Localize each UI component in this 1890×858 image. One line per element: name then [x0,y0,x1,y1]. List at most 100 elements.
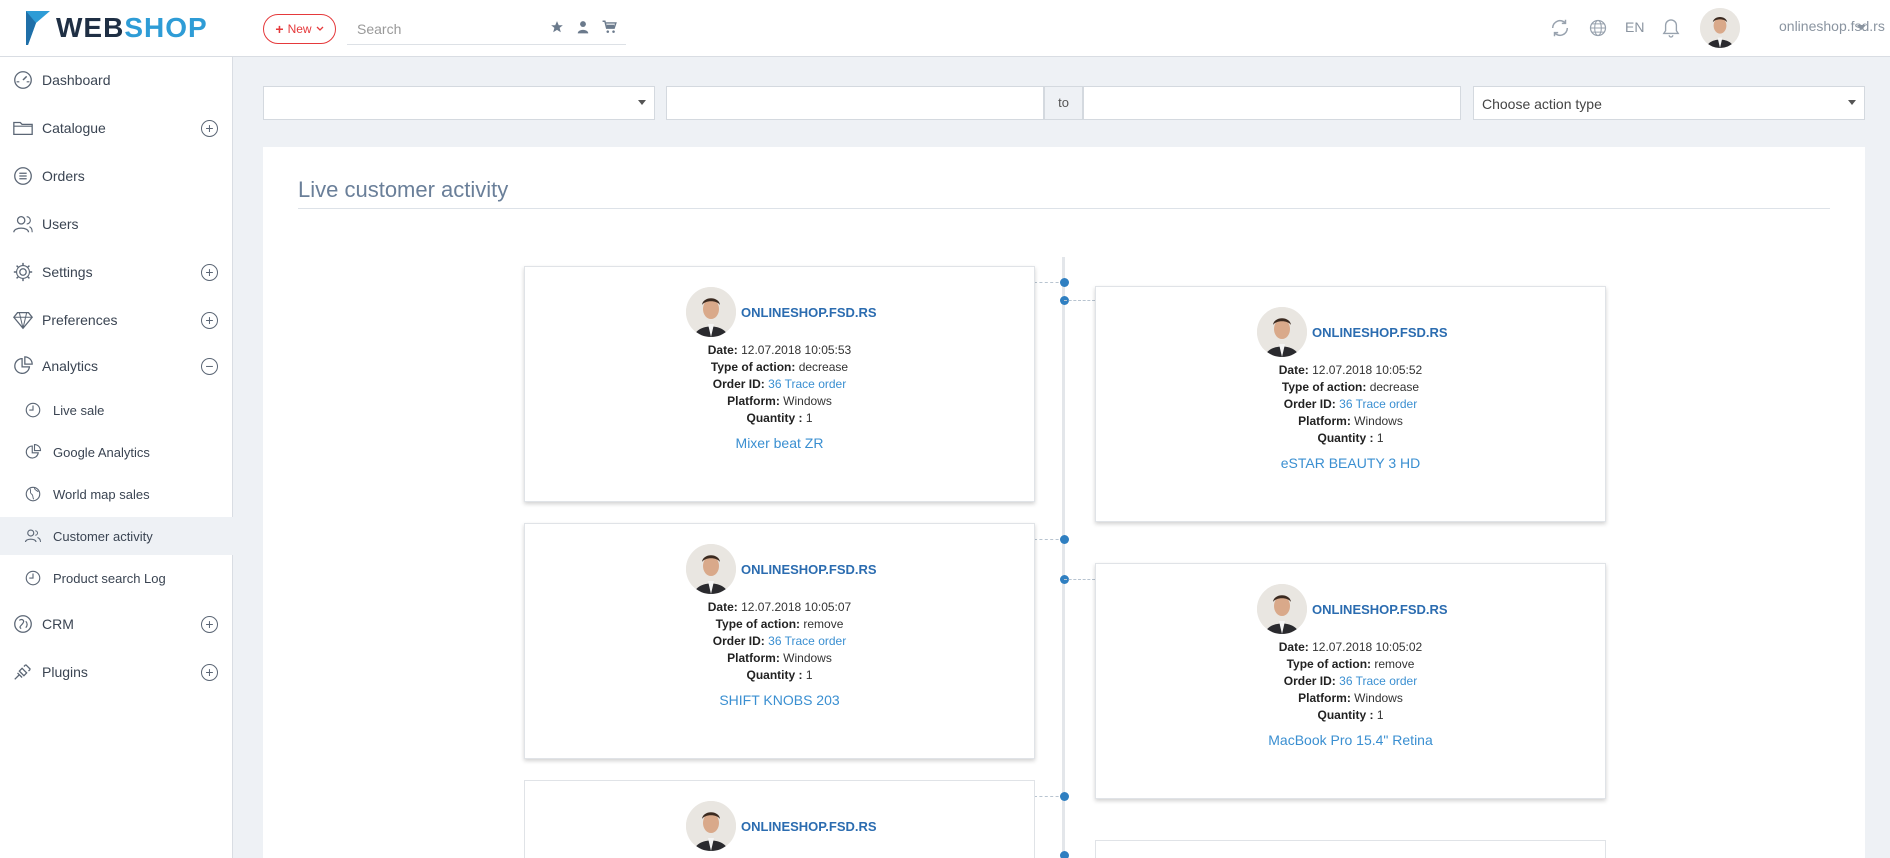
sidebar-subitem-label: Google Analytics [53,444,150,460]
sidebar-subitem-customer-activity[interactable]: Customer activity [0,517,233,555]
new-button[interactable]: + New [263,14,336,44]
refresh-icon[interactable] [1549,16,1571,40]
expand-icon[interactable]: + [201,119,218,137]
list-icon [14,167,32,185]
order-id-link[interactable]: 36 [1339,397,1352,411]
dashboard-icon [14,71,32,89]
sidebar-item-label: CRM [42,616,74,632]
sidebar-subitem-label: World map sales [53,486,150,502]
expand-icon[interactable]: + [201,263,218,281]
activity-order-id: Order ID: 36 Trace order [1283,397,1418,411]
sidebar-item-crm[interactable]: CRM + [0,603,233,645]
trace-order-link[interactable]: Trace order [785,377,847,391]
activity-type: Type of action: remove [1286,657,1415,671]
folder-icon [13,121,33,136]
timeline-dot [1060,278,1069,287]
sidebar-item-label: Catalogue [42,120,106,136]
title-divider [298,208,1830,209]
timeline-dot [1060,535,1069,544]
sidebar-item-analytics[interactable]: Analytics − [0,345,233,387]
expand-icon[interactable]: + [201,615,218,633]
activity-card: ONLINESHOP.FSD.RS [524,780,1035,858]
trace-order-link[interactable]: Trace order [1356,397,1418,411]
activity-quantity: Quantity : 1 [746,668,813,682]
collapse-icon[interactable]: − [201,357,218,375]
order-id-link[interactable]: 36 [1339,674,1352,688]
sidebar-item-plugins[interactable]: Plugins + [0,651,233,693]
chevron-down-icon [638,100,646,105]
customer-site-link[interactable]: ONLINESHOP.FSD.RS [741,562,877,577]
activity-date: Date: 12.07.2018 10:05:53 [707,343,852,357]
logo-flag-icon [26,11,50,45]
bell-icon[interactable] [1662,16,1680,40]
timeline-line [1062,257,1065,858]
search-input[interactable] [357,19,537,39]
timeline-connector [1064,579,1095,580]
sidebar-item-label: Dashboard [42,72,111,88]
sidebar-item-catalogue[interactable]: Catalogue + [0,107,233,149]
activity-platform: Platform: Windows [727,651,832,665]
clock-icon [25,570,41,586]
plugin-icon [14,664,31,680]
product-link[interactable]: MacBook Pro 15.4" Retina [1096,732,1605,748]
customer-site-link[interactable]: ONLINESHOP.FSD.RS [1312,602,1448,617]
globe-icon[interactable] [1588,16,1608,40]
activity-date: Date: 12.07.2018 10:05:52 [1278,363,1423,377]
chevron-down-icon [316,26,324,31]
trace-order-link[interactable]: Trace order [1356,674,1418,688]
action-type-select[interactable]: Choose action type [1473,86,1865,120]
new-button-label: New [287,22,312,36]
customer-avatar [686,287,736,337]
sidebar-subitem-label: Product search Log [53,570,166,586]
sidebar-item-label: Plugins [42,664,88,680]
sidebar-item-label: Settings [42,264,93,280]
activity-type: Type of action: decrease [710,360,849,374]
sidebar-subitem-live-sale[interactable]: Live sale [0,391,233,429]
sidebar-subitem-product-search-log[interactable]: Product search Log [0,559,233,597]
user-avatar[interactable] [1700,8,1740,48]
product-link[interactable]: eSTAR BEAUTY 3 HD [1096,455,1605,471]
cart-icon[interactable] [602,20,617,34]
customer-avatar [686,801,736,851]
sidebar-item-dashboard[interactable]: Dashboard [0,59,233,101]
sidebar-item-label: Orders [42,168,85,184]
order-id-link[interactable]: 36 [768,634,781,648]
order-id-link[interactable]: 36 [768,377,781,391]
sidebar-item-settings[interactable]: Settings + [0,251,233,293]
customer-site-link[interactable]: ONLINESHOP.FSD.RS [1312,325,1448,340]
user-menu-caret-icon[interactable] [1857,25,1866,31]
sidebar-subitem-world-map-sales[interactable]: World map sales [0,475,233,513]
trace-order-link[interactable]: Trace order [785,634,847,648]
activity-order-id: Order ID: 36 Trace order [1283,674,1418,688]
sidebar-subitem-google-analytics[interactable]: Google Analytics [0,433,233,471]
sidebar-item-users[interactable]: Users [0,203,233,245]
globe-icon [25,486,41,502]
sidebar-item-preferences[interactable]: Preferences + [0,299,233,341]
webshop-logo[interactable]: WEBSHOP [24,8,208,48]
star-icon[interactable] [550,20,564,34]
customer-site-link[interactable]: ONLINESHOP.FSD.RS [741,819,877,834]
user-name[interactable]: onlineshop.fsd.rs [1779,18,1885,34]
sidebar-item-orders[interactable]: Orders [0,155,233,197]
activity-platform: Platform: Windows [1298,691,1403,705]
pie-chart-icon [14,356,33,374]
product-link[interactable]: SHIFT KNOBS 203 [525,692,1034,708]
language-selector[interactable]: EN [1625,19,1644,35]
expand-icon[interactable]: + [201,311,218,329]
clock-icon [25,402,41,418]
plus-icon: + [275,21,284,37]
date-from-input[interactable] [666,86,1044,120]
date-to-input[interactable] [1083,86,1461,120]
filter-select[interactable] [263,86,655,120]
customer-avatar [1257,307,1307,357]
product-link[interactable]: Mixer beat ZR [525,435,1034,451]
sidebar-subitem-label: Live sale [53,402,105,418]
timeline-dot [1060,792,1069,801]
logo-text-shop: SHOP [124,12,208,43]
user-icon[interactable] [577,20,589,34]
date-range-to-label: to [1044,86,1083,120]
action-type-placeholder: Choose action type [1482,96,1602,112]
customer-site-link[interactable]: ONLINESHOP.FSD.RS [741,305,877,320]
activity-quantity: Quantity : 1 [746,411,813,425]
expand-icon[interactable]: + [201,663,218,681]
